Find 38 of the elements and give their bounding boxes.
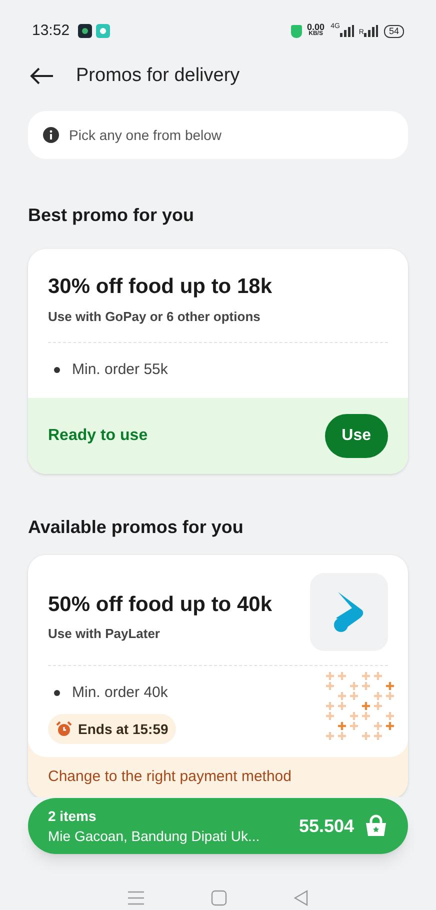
- promo-title: 30% off food up to 18k: [48, 274, 274, 300]
- cart-bar[interactable]: 2 items Mie Gacoan, Bandung Dipati Uk... 55.504: [28, 798, 408, 854]
- timer-text: Ends at 15:59: [78, 720, 168, 738]
- battery-level: 54: [384, 24, 404, 38]
- signal-icon: [364, 25, 378, 37]
- condition-text: Min. order 55k: [72, 360, 168, 380]
- shield-icon: [291, 24, 302, 38]
- section-heading: Available promos for you: [28, 516, 244, 539]
- back-nav-icon[interactable]: [294, 890, 308, 906]
- use-button[interactable]: Use: [324, 414, 388, 458]
- condition-text: Min. order 40k: [72, 682, 168, 702]
- chat-app-icon: [96, 24, 110, 38]
- speed-text: 0.00: [307, 24, 325, 31]
- cart-total: 55.504: [298, 814, 354, 838]
- promo-subtitle: Use with PayLater: [48, 625, 161, 643]
- promo-card[interactable]: 50% off food up to 40k Use with PayLater Min. order 40k Ends at 15:59 Change to the right payment method: [28, 554, 408, 797]
- cart-items: 2 items: [48, 807, 98, 826]
- restaurant-name: Mie Gacoan, Bandung Dipati Uk...: [48, 827, 261, 846]
- status-time: 13:52: [32, 20, 70, 41]
- payment-hint-text[interactable]: Change to the right payment method: [48, 768, 292, 785]
- home-icon[interactable]: [210, 890, 227, 906]
- status-text: Ready to use: [48, 426, 148, 446]
- app-icon: [78, 24, 92, 38]
- page-title: Promos for delivery: [76, 64, 240, 88]
- alarm-clock-icon: [56, 721, 72, 737]
- menu-icon[interactable]: [128, 891, 144, 905]
- signal-icon: [340, 25, 354, 37]
- back-icon[interactable]: [30, 67, 54, 85]
- bullet-icon: [54, 690, 60, 696]
- bullet-icon: [54, 367, 60, 374]
- promo-card[interactable]: 30% off food up to 18k Use with GoPay or 6 other options Min. order 55k Ready to use Use: [28, 249, 408, 474]
- basket-icon: [364, 814, 388, 838]
- promo-title: 50% off food up to 40k: [48, 592, 272, 618]
- section-heading: Best promo for you: [28, 204, 196, 227]
- payment-logo-icon: [332, 590, 366, 634]
- info-icon: [43, 127, 59, 143]
- promo-subtitle: Use with GoPay or 6 other options: [48, 308, 262, 326]
- info-text: Pick any one from below: [69, 126, 222, 145]
